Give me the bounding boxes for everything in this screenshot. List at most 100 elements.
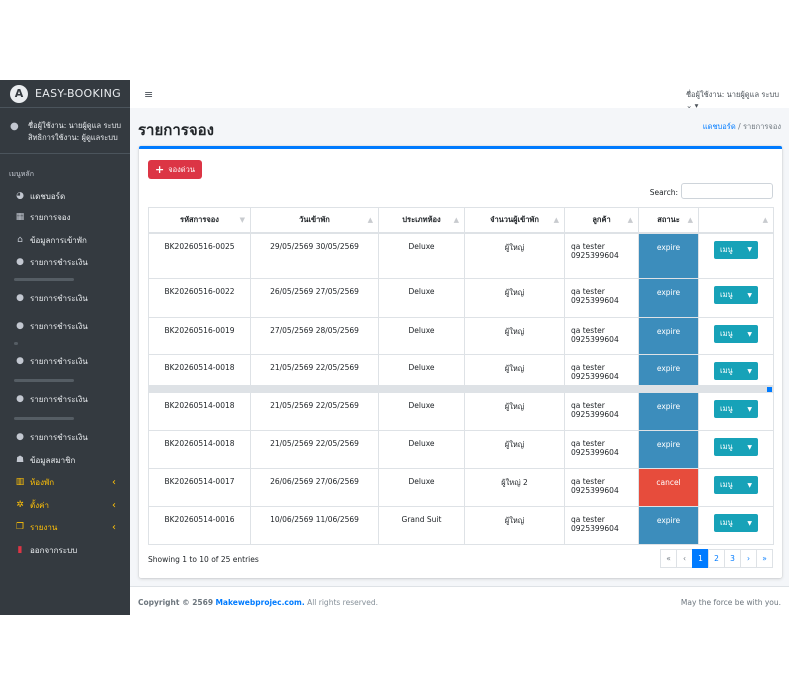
room-type: Deluxe: [378, 354, 465, 386]
home-icon: ⌂: [17, 235, 23, 245]
customer-cell: qa tester 0925399604: [564, 506, 639, 545]
page-last-button[interactable]: »: [756, 549, 773, 568]
guest-count: ผู้ใหญ่: [464, 232, 565, 279]
hamburger-menu-icon[interactable]: ≡: [144, 88, 153, 101]
sidebar-item-label: แดชบอร์ด: [30, 191, 66, 201]
top-user-menu[interactable]: ชื่อผู้ใช้งาน: นายผู้ดูแล ระบบ ⌄ ▾: [686, 89, 779, 111]
customer-name: qa tester: [571, 401, 605, 410]
row-menu-button[interactable]: เมนู ▼: [714, 476, 758, 494]
sidebar-item-bookings[interactable]: ▦ รายการจอง: [0, 208, 130, 226]
overlap-artifact: [14, 278, 74, 281]
column-header-checkin[interactable]: วันเข้าพัก ▲: [250, 207, 379, 234]
row-menu-button[interactable]: เมนู ▼: [714, 514, 758, 532]
table-header-row: รหัสการจอง ▼ วันเข้าพัก ▲ ประเภทห้อง ▲ จำนว…: [148, 207, 774, 234]
column-header-status[interactable]: สถานะ ▲: [638, 207, 699, 234]
room-type: Deluxe: [378, 468, 465, 507]
customer-name: qa tester: [571, 477, 605, 486]
quick-booking-button[interactable]: + จองด่วน: [148, 160, 202, 179]
customer-cell: qa tester 0925399604: [564, 317, 639, 355]
guest-count: ผู้ใหญ่: [464, 354, 565, 386]
stay-dates: 26/05/2569 27/05/2569: [250, 278, 379, 318]
customer-phone: 0925399604: [571, 448, 619, 457]
customer-cell: qa tester 0925399604: [564, 278, 639, 318]
search-input[interactable]: [681, 183, 773, 199]
sidebar-item-dashboard[interactable]: ◕ แดชบอร์ด: [0, 187, 130, 205]
sidebar-item-stays[interactable]: ⌂ ข้อมูลการเข้าพัก: [0, 231, 130, 249]
table-info: Showing 1 to 10 of 25 entries: [148, 555, 259, 564]
sidebar-item-rooms[interactable]: ▥ ห้องพัก ‹: [0, 473, 130, 491]
plus-icon: +: [155, 163, 165, 176]
page-next-button[interactable]: ›: [740, 549, 757, 568]
caret-down-icon: ▼: [747, 367, 752, 375]
caret-down-icon: ▼: [747, 291, 752, 299]
sidebar-item-label: ข้อมูลการเข้าพัก: [30, 235, 87, 245]
user-icon: ●: [10, 121, 19, 132]
copyright-suffix: All rights reserved.: [307, 598, 379, 607]
row-menu-button[interactable]: เมนู ▼: [714, 438, 758, 456]
room-type: Deluxe: [378, 232, 465, 279]
column-header-guests[interactable]: จำนวนผู้เข้าพัก ▲: [464, 207, 565, 234]
breadcrumb-home-link[interactable]: แดชบอร์ด: [703, 122, 736, 131]
caret-down-icon: ▼: [747, 246, 752, 253]
copyright-link[interactable]: Makewebprojec.com.: [215, 598, 304, 607]
sort-icon: ▲: [627, 216, 633, 224]
page-button-1[interactable]: 1: [692, 549, 709, 568]
column-header-customer[interactable]: ลูกค้า ▲: [564, 207, 639, 234]
stay-dates: 10/06/2569 11/06/2569: [250, 506, 379, 545]
row-menu-button[interactable]: เมนู ▼: [714, 286, 758, 304]
column-header-room-type[interactable]: ประเภทห้อง ▲: [378, 207, 465, 234]
actions-cell: เมนู ▼: [698, 392, 774, 431]
caret-down-icon: ▼: [747, 405, 752, 413]
sidebar-item-logout[interactable]: ▮ ออกจากระบบ: [0, 541, 130, 559]
overlap-artifact: [14, 379, 74, 382]
sidebar-item-label: ข้อมูลสมาชิก: [30, 455, 76, 465]
top-navbar: ≡ ชื่อผู้ใช้งาน: นายผู้ดูแล ระบบ ⌄ ▾: [130, 80, 789, 111]
sidebar-item-payments[interactable]: ● รายการชำระเงิน: [0, 317, 130, 335]
sidebar-item-payments[interactable]: ● รายการชำระเงิน: [0, 253, 130, 271]
top-user-name: ชื่อผู้ใช้งาน: นายผู้ดูแล ระบบ: [685, 90, 779, 99]
caret-down-icon: ▼: [747, 481, 752, 489]
customer-phone: 0925399604: [571, 410, 619, 419]
page-button-2[interactable]: 2: [708, 549, 725, 568]
sort-icon: ▲: [553, 216, 559, 224]
payment-icon: ●: [16, 432, 24, 442]
customer-phone: 0925399604: [571, 524, 619, 533]
sidebar-item-payments[interactable]: ● รายการชำระเงิน: [0, 390, 130, 408]
brand-logo: A: [10, 84, 28, 103]
table-row: BK20260514-0017 26/06/2569 27/06/2569 De…: [148, 468, 774, 507]
page-first-button[interactable]: «: [660, 549, 677, 568]
sort-icon: ▲: [453, 216, 459, 224]
customer-name: qa tester: [571, 439, 605, 448]
column-header-actions[interactable]: ▲: [698, 207, 774, 234]
row-menu-button[interactable]: เมนู ▼: [714, 400, 758, 418]
stay-dates: 21/05/2569 22/05/2569: [250, 392, 379, 431]
sidebar-item-payments[interactable]: ● รายการชำระเงิน: [0, 428, 130, 446]
brand[interactable]: A EASY-BOOKING: [0, 80, 130, 108]
user-panel-role: สิทธิการใช้งาน: ผู้ดูแลระบบ: [28, 133, 118, 142]
sidebar-item-label: รายการจอง: [30, 212, 71, 222]
table-row: BK20260516-0019 27/05/2569 28/05/2569 De…: [148, 317, 774, 355]
room-type: Deluxe: [378, 392, 465, 431]
sidebar-item-payments[interactable]: ● รายการชำระเงิน: [0, 289, 130, 307]
row-menu-button[interactable]: เมนู ▼: [714, 362, 758, 380]
dashboard-icon: ◕: [16, 191, 24, 201]
guest-count: ผู้ใหญ่: [464, 506, 565, 545]
actions-cell: เมนู ▼: [698, 278, 774, 318]
sidebar-item-reports[interactable]: ❐ รายงาน ‹: [0, 518, 130, 536]
footer-tagline: May the force be with you.: [680, 598, 781, 607]
copyright: Copyright © 2569 Makewebprojec.com. All …: [138, 598, 378, 607]
sidebar-item-members[interactable]: ☗ ข้อมูลสมาชิก: [0, 451, 130, 469]
page-prev-button[interactable]: ‹: [676, 549, 693, 568]
sidebar-item-settings[interactable]: ✲ ตั้งค่า ‹: [0, 496, 130, 514]
stay-dates: 21/05/2569 22/05/2569: [250, 430, 379, 469]
payment-icon: ●: [16, 356, 24, 366]
customer-name: qa tester: [571, 241, 605, 251]
column-header-booking-code[interactable]: รหัสการจอง ▼: [148, 207, 251, 234]
page-button-3[interactable]: 3: [724, 549, 741, 568]
sidebar-item-label: รายการชำระเงิน: [30, 257, 88, 267]
sidebar-item-label: ออกจากระบบ: [30, 545, 78, 555]
sidebar-item-payments[interactable]: ● รายการชำระเงิน: [0, 352, 130, 370]
row-menu-button[interactable]: เมนู ▼: [714, 240, 758, 259]
building-icon: ▥: [15, 477, 25, 487]
row-menu-button[interactable]: เมนู ▼: [714, 325, 758, 343]
